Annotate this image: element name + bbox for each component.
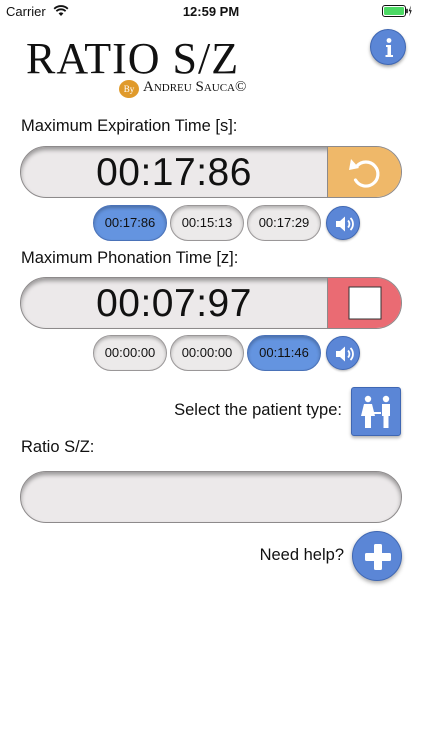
logo-title: RATIO S/Z — [26, 34, 240, 83]
help-button[interactable] — [352, 531, 402, 581]
ratio-result-field — [20, 471, 402, 523]
ratio-label: Ratio S/Z: — [21, 438, 95, 456]
expiration-lap-2[interactable]: 00:15:13 — [170, 205, 244, 241]
expiration-sound-button[interactable] — [326, 206, 360, 240]
info-button[interactable] — [370, 29, 406, 65]
stop-button[interactable] — [327, 278, 401, 328]
phonation-laps: 00:00:00 00:00:00 00:11:46 — [93, 335, 363, 371]
app-logo: RATIO S/Z By Andreu Sauca© — [26, 36, 266, 98]
expiration-lap-1[interactable]: 00:17:86 — [93, 205, 167, 241]
expiration-timer: 00:17:86 — [20, 146, 402, 198]
reset-button[interactable] — [327, 147, 401, 197]
patient-type-button[interactable] — [351, 387, 401, 436]
speaker-icon — [336, 216, 354, 232]
phonation-lap-2[interactable]: 00:00:00 — [170, 335, 244, 371]
expiration-laps: 00:17:86 00:15:13 00:17:29 — [93, 205, 363, 241]
logo-by-badge: By — [119, 80, 139, 98]
speaker-icon — [336, 346, 354, 362]
adult-couple-icon — [361, 395, 390, 428]
phonation-lap-3[interactable]: 00:11:46 — [247, 335, 321, 371]
help-label: Need help? — [259, 546, 344, 564]
phonation-label: Maximum Phonation Time [z]: — [21, 249, 239, 267]
logo-author: Andreu Sauca© — [143, 79, 247, 95]
phonation-sound-button[interactable] — [326, 336, 360, 370]
status-time: 12:59 PM — [182, 4, 240, 19]
phonation-timer: 00:07:97 — [20, 277, 402, 329]
plus-icon — [365, 544, 391, 570]
reset-icon — [349, 159, 380, 188]
expiration-lap-3[interactable]: 00:17:29 — [247, 205, 321, 241]
expiration-time-display: 00:17:86 — [96, 151, 252, 194]
expiration-label: Maximum Expiration Time [s]: — [21, 117, 238, 135]
phonation-time-display: 00:07:97 — [96, 282, 252, 325]
stop-icon — [348, 286, 382, 320]
info-icon — [385, 38, 393, 57]
patient-type-label: Select the patient type: — [174, 401, 342, 419]
phonation-lap-1[interactable]: 00:00:00 — [93, 335, 167, 371]
battery-charging-icon — [382, 5, 412, 20]
status-bar: Carrier 12:59 PM — [0, 0, 422, 22]
